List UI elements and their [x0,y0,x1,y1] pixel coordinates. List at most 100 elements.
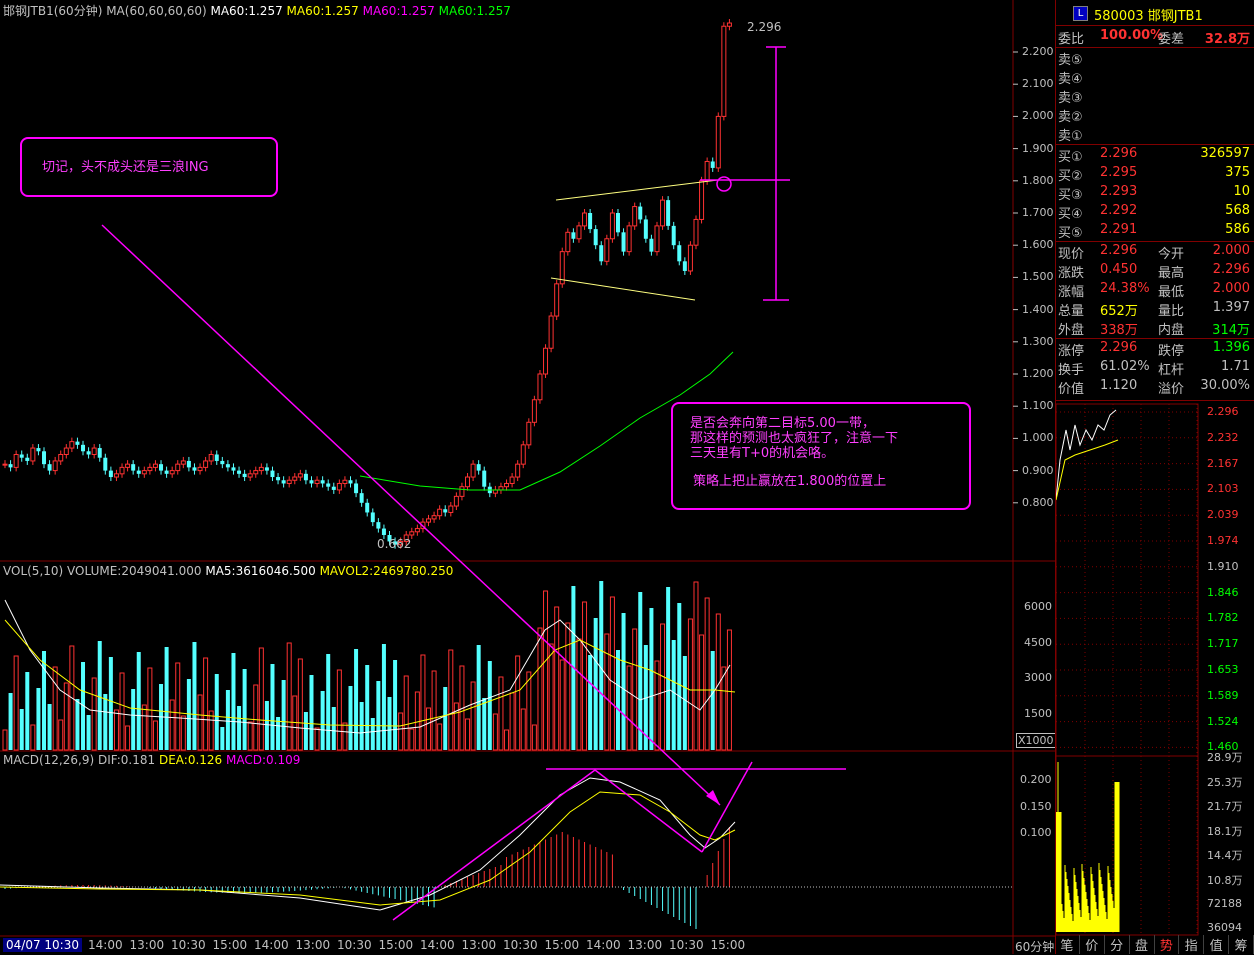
volume-bar [693,581,699,751]
candle-down [331,486,336,490]
weibi-row: 委比 100.00% 委差 32.8万 [1058,28,1250,47]
ma-value-4: MA60:1.257 [438,4,511,18]
note-2-line3: 三天里有T+0的机会咯。 [690,446,835,461]
volume-bar [593,618,598,750]
candle-down [192,467,197,471]
candle-down [97,448,102,458]
volume-bar [119,672,125,751]
volume-bar [314,727,320,751]
weicha-label: 委差 [1158,32,1185,47]
price-tick: 1.500 [1022,270,1054,284]
low-price-marker: 0.662 [377,537,412,551]
macd-tick: 0.100 [1020,826,1052,839]
candle-up [687,244,693,272]
buy-level-row[interactable]: 买⑤ 2.291 586 [1058,222,1250,241]
level-price: 2.296 [1100,146,1138,161]
tab-7[interactable]: 筹 [1229,935,1254,954]
sell-level-row[interactable]: 卖⑤ [1058,49,1250,68]
candle-down [671,225,676,246]
stat-row: 涨跌 0.450 最高 2.296 [1058,262,1250,281]
volume-bar [504,729,510,751]
ma-value-3: MA60:1.257 [362,4,435,18]
tab-2[interactable]: 分 [1105,935,1130,954]
candle-down [677,245,682,262]
volume-bar [526,671,532,751]
volume-bar [487,661,492,750]
volume-bar [576,638,582,751]
volume-bar [309,675,314,750]
volume-bar [264,701,269,750]
candle-up [498,486,504,491]
tab-3[interactable]: 盘 [1130,935,1155,954]
volume-bar [42,651,47,750]
volume-bar [25,672,30,750]
candle-down [42,451,47,465]
volume-bar [113,709,119,751]
candle-up [632,206,638,227]
level-volume: 10 [1233,184,1250,199]
price-tick: 1.400 [1022,302,1054,316]
ma-settings: MA(60,60,60,60) [106,4,207,18]
stat-l2: 内盘 [1158,323,1185,338]
candle-down [103,457,108,471]
stat-l2: 今开 [1158,247,1185,262]
candle-up [141,470,147,475]
stat-l1: 价值 [1058,382,1085,397]
candle-up [704,160,710,182]
mini-volume-tick: 14.4万 [1207,849,1243,863]
tab-0[interactable]: 笔 [1055,935,1080,954]
mini-volume-tick: 21.7万 [1207,800,1243,814]
volume-bar [13,655,19,751]
volume-tick: 3000 [1024,671,1052,684]
candle-up [470,463,476,478]
buy-level-row[interactable]: 买① 2.296 326597 [1058,146,1250,165]
candle-up [125,463,131,468]
time-tick: 15:00 [544,938,580,952]
volume-bar [136,652,141,750]
buy-level-row[interactable]: 买④ 2.292 568 [1058,203,1250,222]
stat-l2: 跌停 [1158,344,1185,359]
volume-bar [131,689,136,750]
mini-price-tick: 2.103 [1207,482,1239,496]
bottom-tabs: 笔价分盘势指值筹 [1055,935,1254,954]
mini-price-tick: 1.524 [1207,714,1239,728]
volume-bar [599,581,604,750]
mini-price-tick: 2.167 [1207,456,1239,470]
candle-down [25,457,30,461]
candle-up [715,115,721,169]
volume-bar [615,650,620,750]
candle-down [376,522,381,529]
sell-level-row[interactable]: 卖② [1058,106,1250,125]
level-label: 卖③ [1058,91,1083,106]
volume-bar [621,613,626,750]
sell-level-row[interactable]: 卖① [1058,125,1250,144]
buy-level-row[interactable]: 买② 2.295 375 [1058,165,1250,184]
volume-bar [141,704,147,751]
stock-badge-icon[interactable]: L [1073,6,1088,21]
tab-4[interactable]: 势 [1155,935,1180,954]
time-tick: 14:00 [586,938,621,952]
candle-down [276,477,281,481]
level-volume: 375 [1225,165,1250,180]
tab-6[interactable]: 值 [1204,935,1230,954]
stat-row: 换手 61.02% 杠杆 1.71 [1058,359,1250,378]
candle-down [164,470,169,474]
buy-level-row[interactable]: 买③ 2.293 10 [1058,184,1250,203]
candle-up [314,479,320,484]
tab-5[interactable]: 指 [1179,935,1205,954]
candle-up [509,476,515,484]
stock-name: 邯钢JTB1 [1147,9,1203,24]
tab-1[interactable]: 价 [1080,935,1105,954]
mini-price-tick: 2.232 [1207,430,1239,444]
sell-level-row[interactable]: 卖③ [1058,87,1250,106]
volume-bar [348,686,353,750]
time-tick: 13:00 [461,938,497,952]
level-price: 2.291 [1100,222,1138,237]
volume-bar [108,657,113,750]
volume-bar [86,715,91,750]
price-tick: 1.900 [1022,141,1054,155]
period-label[interactable]: 60分钟 [1015,938,1054,955]
sell-level-row[interactable]: 卖④ [1058,68,1250,87]
candle-up [258,466,264,472]
candle-up [91,447,97,455]
